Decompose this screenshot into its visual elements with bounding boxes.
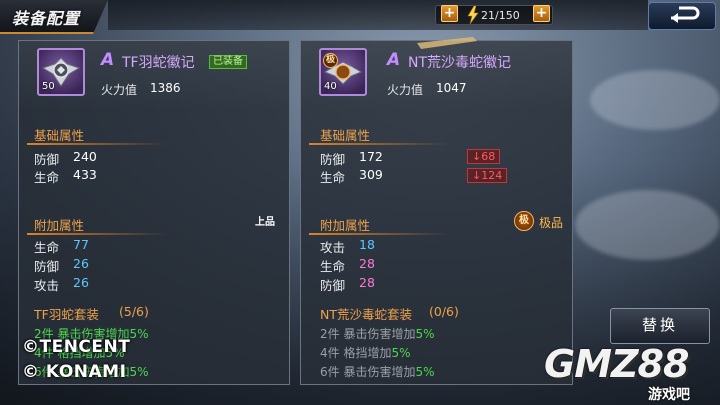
stat-label: 生命: [320, 170, 346, 185]
power-value: 1386: [150, 81, 181, 95]
set-count: (0/6): [429, 304, 459, 319]
item-name: TF羽蛇徽记: [122, 55, 195, 71]
base-attributes-title: 基础属性: [320, 128, 371, 143]
quality-label: 上品: [255, 217, 275, 228]
item-badge-icon[interactable]: 50: [37, 48, 85, 96]
add-resource-button-right[interactable]: +: [533, 5, 550, 22]
stat-label: 生命: [34, 240, 60, 255]
down-arrow-icon: ↓: [472, 150, 482, 163]
set-bonus-pct: 5%: [415, 327, 435, 341]
power-label: 火力值: [387, 83, 424, 97]
lightning-bolt-icon: [467, 6, 479, 24]
section-divider: [27, 233, 167, 235]
page-title: 装备配置: [12, 9, 81, 28]
set-count: (5/6): [119, 304, 149, 319]
stat-label: 生命: [34, 170, 60, 185]
section-divider: [309, 143, 449, 145]
section-divider: [27, 143, 167, 145]
extra-attributes-title: 附加属性: [34, 218, 85, 233]
quality-label: 极品: [539, 216, 564, 230]
set-bonus-pct: 5%: [391, 346, 411, 360]
set-bonus-pct: 5%: [129, 327, 149, 341]
set-bonus-text: 2件 暴击伤害增加: [320, 327, 416, 341]
back-button[interactable]: [648, 2, 716, 30]
extreme-quality-icon: 极: [323, 53, 338, 68]
stat-value: 28: [359, 275, 375, 290]
extra-attributes-title: 附加属性: [320, 218, 371, 233]
stat-value: 26: [73, 275, 89, 290]
equipped-item-panel: 50 A TF羽蛇徽记 已装备 火力值 1386 基础属性 防御 240 生命 …: [18, 40, 290, 385]
stat-label: 防御: [34, 152, 60, 167]
item-level: 40: [324, 81, 337, 92]
stat-label: 防御: [320, 152, 346, 167]
stat-value: 309: [359, 167, 383, 182]
equipped-badge: 已装备: [209, 55, 247, 69]
top-bar: [108, 0, 648, 30]
down-arrow-icon: ↓: [472, 169, 482, 182]
base-attributes-title: 基础属性: [34, 128, 85, 143]
stat-label: 生命: [320, 259, 346, 274]
stat-value: 77: [73, 237, 89, 252]
power-label: 火力值: [101, 83, 138, 97]
stat-label: 攻击: [320, 240, 346, 255]
stat-label: 防御: [34, 259, 60, 274]
background-cloud: [575, 190, 720, 260]
set-bonus-pct: 5%: [129, 365, 149, 379]
back-arrow-icon: [671, 6, 700, 23]
add-resource-button-left[interactable]: +: [441, 5, 458, 22]
set-bonus-pct: 5%: [415, 365, 435, 379]
stat-decrease-badge: ↓124: [467, 168, 508, 183]
copyright-konami: © KONAMI: [22, 362, 127, 382]
extreme-quality-icon: 极: [514, 211, 534, 231]
stat-decrease-value: 124: [481, 169, 503, 182]
item-name: NT荒沙毒蛇徽记: [408, 55, 512, 71]
gmz88-logo: GMZ88 游戏吧: [536, 340, 716, 403]
section-divider: [309, 233, 449, 235]
grade-label: A: [101, 50, 115, 70]
stat-decrease-value: 68: [481, 150, 496, 163]
copyright-tencent: ©TENCENT: [22, 337, 131, 357]
grade-label: A: [387, 50, 401, 70]
stat-value: 240: [73, 149, 97, 164]
stat-value: 433: [73, 167, 97, 182]
stat-label: 攻击: [34, 278, 60, 293]
replace-button[interactable]: 替换: [610, 308, 710, 344]
stat-value: 18: [359, 237, 375, 252]
item-badge-icon[interactable]: 极 40: [319, 48, 367, 96]
logo-subtext: 游戏吧: [648, 387, 690, 403]
logo-text: GMZ88: [544, 342, 689, 386]
set-bonus-item: 2件 暴击伤害增加5%: [320, 325, 435, 342]
stat-value: 26: [73, 256, 89, 271]
set-bonus-text: 6件 暴击伤害增加: [320, 365, 416, 379]
set-title: TF羽蛇套装: [34, 307, 99, 322]
set-title: NT荒沙毒蛇套装: [320, 307, 412, 322]
stamina-counter: 21/150: [481, 9, 520, 22]
title-tab: 装备配置: [0, 0, 108, 34]
set-bonus-item: 4件 格挡增加5%: [320, 344, 411, 361]
stat-value: 28: [359, 256, 375, 271]
compare-item-panel: 极 40 A NT荒沙毒蛇徽记 火力值 1047 基础属性 防御 172 ↓68…: [300, 37, 573, 385]
stat-decrease-badge: ↓68: [467, 149, 501, 164]
set-bonus-text: 4件 格挡增加: [320, 346, 392, 360]
stat-value: 172: [359, 149, 383, 164]
stat-label: 防御: [320, 278, 346, 293]
background-cloud: [590, 70, 720, 130]
item-level: 50: [42, 81, 55, 92]
power-value: 1047: [436, 81, 467, 95]
set-bonus-item: 6件 暴击伤害增加5%: [320, 363, 435, 380]
